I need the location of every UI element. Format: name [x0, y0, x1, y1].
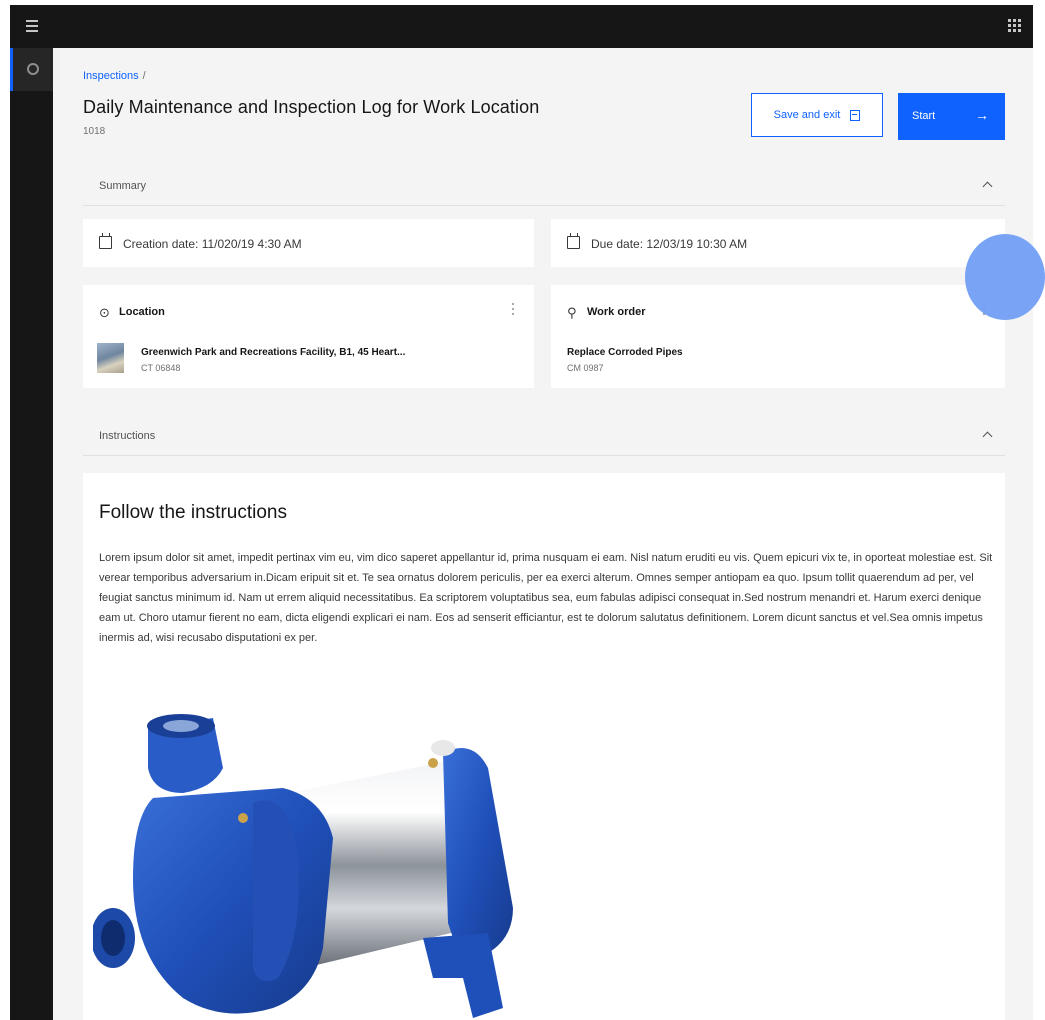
calendar-due-icon — [567, 233, 580, 249]
save-and-exit-label: Save and exit — [773, 109, 841, 121]
instructions-body: Lorem ipsum dolor sit amet, impedit pert… — [99, 552, 993, 644]
arrow-right-icon: → — [975, 107, 989, 123]
save-icon — [850, 109, 861, 121]
main-content: Inspections / Daily Maintenance and Inspe… — [53, 48, 1033, 1020]
summary-section-header[interactable]: Summary — [83, 168, 1005, 206]
location-card[interactable]: ⊙ Location Greenwich Park and Recreation… — [83, 285, 534, 388]
due-date-text: Due date: 12/03/19 10:30 AM — [591, 237, 748, 251]
side-rail — [10, 48, 53, 1020]
wrench-search-icon: ⚲ — [567, 305, 577, 320]
summary-label: Summary — [99, 180, 147, 192]
location-name: Greenwich Park and Recreations Facility,… — [141, 347, 406, 358]
creation-date-card: Creation date: 11/020/19 4:30 AM — [83, 219, 534, 267]
app-window: Inspections / Daily Maintenance and Inspe… — [10, 5, 1033, 1020]
circle-icon — [27, 63, 39, 75]
breadcrumb: Inspections / — [83, 70, 146, 82]
work-order-title: Work order — [587, 306, 646, 318]
work-order-card[interactable]: ⚲ Work order Replace Corroded Pipes CM 0… — [551, 285, 1005, 388]
work-order-overflow-menu-icon[interactable] — [983, 303, 985, 315]
page-id: 1018 — [83, 126, 106, 137]
location-overflow-menu-icon[interactable] — [512, 303, 514, 315]
work-order-name: Replace Corroded Pipes — [567, 347, 683, 358]
chevron-up-icon — [982, 181, 993, 192]
instructions-label: Instructions — [99, 430, 156, 442]
breadcrumb-inspections-link[interactable]: Inspections — [83, 70, 139, 82]
water-pump-image — [93, 714, 513, 1018]
page-title: Daily Maintenance and Inspection Log for… — [83, 97, 540, 117]
location-thumbnail — [97, 343, 124, 373]
top-bar — [10, 5, 1033, 48]
instructions-title: Follow the instructions — [99, 502, 287, 523]
side-rail-item-active[interactable] — [10, 48, 53, 91]
app-switcher-grid-icon[interactable] — [1008, 19, 1021, 32]
location-title: Location — [119, 306, 165, 318]
save-and-exit-button[interactable]: Save and exit — [751, 93, 883, 137]
instructions-section-header[interactable]: Instructions — [83, 418, 1005, 456]
calendar-icon — [99, 233, 112, 249]
work-order-code: CM 0987 — [567, 363, 604, 373]
location-pin-icon: ⊙ — [99, 305, 110, 320]
chevron-up-icon — [982, 431, 993, 442]
start-button[interactable]: Start → — [898, 93, 1005, 140]
breadcrumb-separator: / — [142, 70, 146, 82]
hamburger-menu-icon[interactable] — [26, 20, 38, 32]
start-label: Start — [912, 110, 936, 122]
location-code: CT 06848 — [141, 363, 181, 373]
creation-date-text: Creation date: 11/020/19 4:30 AM — [123, 237, 302, 251]
instructions-card: Follow the instructions Lorem ipsum dolo… — [83, 473, 1005, 1020]
due-date-card: Due date: 12/03/19 10:30 AM — [551, 219, 1005, 267]
